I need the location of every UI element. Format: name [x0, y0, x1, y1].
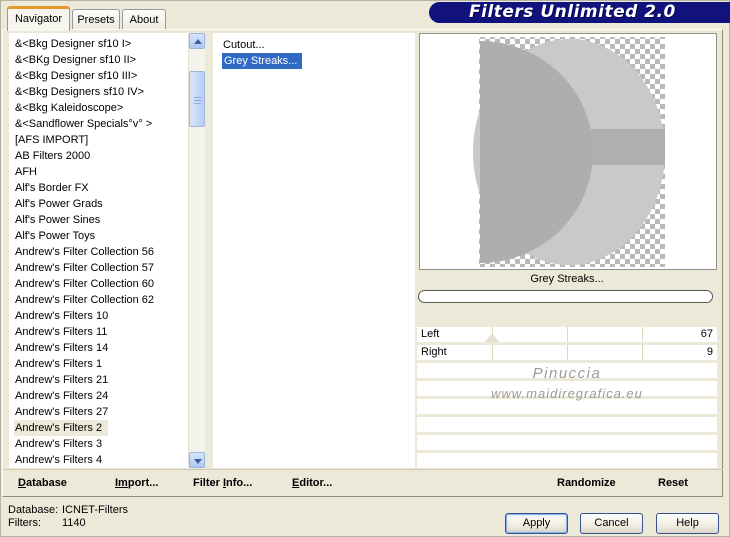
- slider-empty-row: [417, 435, 717, 450]
- database-button[interactable]: Database: [18, 477, 67, 489]
- import-button[interactable]: Import...: [115, 477, 158, 489]
- filters-unlimited-dialog: Filters Unlimited 2.0 Navigator Presets …: [0, 0, 730, 537]
- category-list: &<Bkg Designer sf10 I> &<BKg Designer sf…: [9, 33, 205, 468]
- slider-empty-row: [417, 399, 717, 414]
- category-item[interactable]: &<BKg Designer sf10 II>: [11, 52, 173, 68]
- category-item[interactable]: AFH: [11, 164, 173, 180]
- category-item[interactable]: AB Filters 2000: [11, 148, 173, 164]
- slider-empty-row: [417, 417, 717, 432]
- category-item[interactable]: Andrew's Filter Collection 56: [11, 244, 173, 260]
- selected-filter-caption: Grey Streaks...: [530, 273, 604, 285]
- category-item[interactable]: Andrew's Filters 4: [11, 452, 173, 468]
- command-bar-separator: [3, 469, 723, 470]
- slider-right-label: Right: [421, 346, 447, 358]
- slider-empty-row: [417, 363, 717, 378]
- status-filters-label: Filters:: [8, 517, 41, 529]
- slider-tick: [492, 345, 493, 360]
- tab-presets[interactable]: Presets: [72, 9, 120, 31]
- slider-tick: [567, 327, 568, 342]
- scroll-up-button[interactable]: [189, 33, 205, 49]
- category-item[interactable]: Alf's Power Toys: [11, 228, 173, 244]
- filter-item[interactable]: Cutout...: [219, 37, 413, 53]
- category-item[interactable]: Andrew's Filters 3: [11, 436, 173, 452]
- slider-tick: [642, 345, 643, 360]
- category-item[interactable]: Andrew's Filter Collection 57: [11, 260, 173, 276]
- slider-tick: [642, 327, 643, 342]
- slider-left-value: 67: [700, 328, 713, 340]
- left-slider-thumb[interactable]: [485, 333, 499, 342]
- slider-empty-row: [417, 381, 717, 396]
- category-item[interactable]: [AFS IMPORT]: [11, 132, 173, 148]
- category-item[interactable]: &<Bkg Designers sf10 IV>: [11, 84, 173, 100]
- reset-button[interactable]: Reset: [658, 477, 688, 489]
- filter-info-button[interactable]: Filter Info...: [193, 477, 252, 489]
- slider-right[interactable]: Right 9: [417, 345, 717, 360]
- category-item[interactable]: Andrew's Filters 1: [11, 356, 173, 372]
- category-item[interactable]: Andrew's Filters 11: [11, 324, 173, 340]
- app-title: Filters Unlimited 2.0: [469, 2, 676, 22]
- category-item[interactable]: Andrew's Filters 27: [11, 404, 173, 420]
- category-item[interactable]: Alf's Power Sines: [11, 212, 173, 228]
- scroll-up-icon: [194, 39, 202, 44]
- tab-navigator[interactable]: Navigator: [7, 6, 70, 31]
- category-item[interactable]: Andrew's Filters 10: [11, 308, 173, 324]
- category-item-selected[interactable]: Andrew's Filters 2: [11, 420, 173, 436]
- filter-list: Cutout... Grey Streaks...: [213, 33, 415, 468]
- category-item[interactable]: Alf's Power Grads: [11, 196, 173, 212]
- category-item[interactable]: Andrew's Filters 14: [11, 340, 173, 356]
- preview-canvas[interactable]: [419, 33, 717, 270]
- apply-button[interactable]: Apply: [505, 513, 568, 534]
- slider-tick: [567, 345, 568, 360]
- status-database-label: Database:: [8, 504, 59, 516]
- filter-item-selected[interactable]: Grey Streaks...: [219, 53, 413, 69]
- progress-bar: [418, 290, 713, 303]
- slider-right-value: 9: [706, 346, 713, 358]
- category-item[interactable]: &<Bkg Kaleidoscope>: [11, 100, 173, 116]
- editor-button[interactable]: Editor...: [292, 477, 332, 489]
- slider-empty-row: [417, 453, 717, 468]
- help-button[interactable]: Help: [656, 513, 719, 534]
- preview-image: [420, 34, 716, 269]
- slider-left-label: Left: [421, 328, 440, 340]
- category-item[interactable]: &<Bkg Designer sf10 III>: [11, 68, 173, 84]
- category-item[interactable]: &<Sandflower Specials°v° >: [11, 116, 173, 132]
- slider-left[interactable]: Left 67: [417, 327, 717, 342]
- category-scrollbar[interactable]: [188, 33, 205, 468]
- randomize-button[interactable]: Randomize: [557, 477, 616, 489]
- category-item[interactable]: &<Bkg Designer sf10 I>: [11, 36, 173, 52]
- category-item[interactable]: Andrew's Filters 24: [11, 388, 173, 404]
- category-item[interactable]: Alf's Border FX: [11, 180, 173, 196]
- scroll-down-button[interactable]: [189, 452, 205, 468]
- status-database-value: ICNET-Filters: [62, 504, 128, 516]
- category-item[interactable]: Andrew's Filter Collection 62: [11, 292, 173, 308]
- category-item[interactable]: Andrew's Filters 21: [11, 372, 173, 388]
- scrollbar-thumb[interactable]: [189, 71, 205, 127]
- category-item[interactable]: Andrew's Filter Collection 60: [11, 276, 173, 292]
- title-banner: Filters Unlimited 2.0: [429, 2, 730, 23]
- scroll-down-icon: [194, 459, 202, 464]
- tab-about[interactable]: About: [122, 9, 166, 31]
- cancel-button[interactable]: Cancel: [580, 513, 643, 534]
- status-filters-value: 1140: [62, 517, 86, 529]
